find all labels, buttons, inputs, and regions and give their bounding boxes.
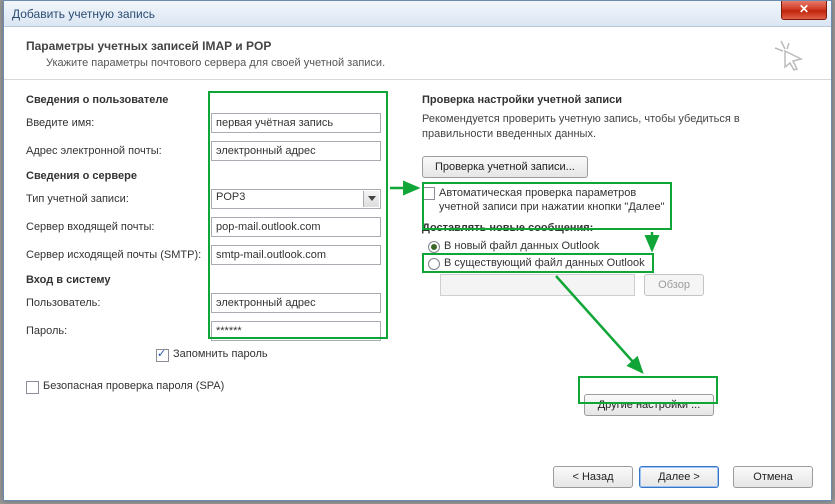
remember-row: Запомнить пароль [156, 348, 406, 362]
header-title: Параметры учетных записей IMAP и POP [26, 39, 809, 53]
pass-label: Пароль: [26, 325, 211, 337]
titlebar: Добавить учетную запись ✕ [4, 1, 831, 27]
spa-label: Безопасная проверка пароля (SPA) [43, 380, 224, 392]
check-section-title: Проверка настройки учетной записи [422, 94, 802, 106]
deliver-existing-radio[interactable] [428, 258, 440, 270]
cursor-graphic-icon [773, 39, 807, 76]
footer: < Назад Далее > Отмена [553, 466, 813, 488]
left-column: Сведения о пользователе Введите имя: Адр… [26, 94, 406, 398]
close-button[interactable]: ✕ [781, 1, 827, 20]
next-button[interactable]: Далее > [639, 466, 719, 488]
cancel-button[interactable]: Отмена [733, 466, 813, 488]
header-subtitle: Укажите параметры почтового сервера для … [46, 57, 809, 69]
deliver-new-radio[interactable] [428, 241, 440, 253]
spa-row: Безопасная проверка пароля (SPA) [26, 380, 406, 394]
existing-path-field [440, 274, 635, 296]
dialog-window: Добавить учетную запись ✕ Параметры учет… [3, 0, 832, 501]
auto-check-checkbox[interactable] [422, 187, 435, 200]
account-type-value: POP3 [216, 191, 245, 203]
browse-button: Обзор [644, 274, 704, 296]
account-type-select[interactable]: POP3 [211, 189, 381, 209]
remember-checkbox[interactable] [156, 349, 169, 362]
outgoing-input[interactable] [211, 245, 381, 265]
outgoing-label: Сервер исходящей почты (SMTP): [26, 249, 211, 261]
check-desc: Рекомендуется проверить учетную запись, … [422, 112, 762, 142]
deliver-section-title: Доставлять новые сообщения: [422, 222, 802, 234]
deliver-existing-label: В существующий файл данных Outlook [444, 257, 645, 269]
test-account-button[interactable]: Проверка учетной записи... [422, 156, 588, 178]
more-settings-button[interactable]: Другие настройки ... [584, 394, 714, 416]
deliver-new-row: В новый файл данных Outlook [428, 240, 802, 253]
header-pane: Параметры учетных записей IMAP и POP Ука… [4, 27, 831, 80]
pass-input[interactable] [211, 321, 381, 341]
user-input[interactable] [211, 293, 381, 313]
server-section-title: Сведения о сервере [26, 170, 406, 182]
name-input[interactable] [211, 113, 381, 133]
deliver-existing-row: В существующий файл данных Outlook [428, 257, 802, 270]
window-title: Добавить учетную запись [12, 7, 155, 21]
user-section-title: Сведения о пользователе [26, 94, 406, 106]
email-input[interactable] [211, 141, 381, 161]
email-label: Адрес электронной почты: [26, 145, 211, 157]
auto-check-row: Автоматическая проверка параметров учетн… [422, 186, 672, 215]
user-label: Пользователь: [26, 297, 211, 309]
login-section-title: Вход в систему [26, 274, 406, 286]
name-label: Введите имя: [26, 117, 211, 129]
incoming-label: Сервер входящей почты: [26, 221, 211, 233]
back-button[interactable]: < Назад [553, 466, 633, 488]
chevron-down-icon [363, 191, 379, 207]
body-pane: Сведения о пользователе Введите имя: Адр… [4, 80, 831, 456]
remember-label: Запомнить пароль [173, 348, 268, 360]
deliver-new-label: В новый файл данных Outlook [444, 240, 599, 252]
auto-check-label: Автоматическая проверка параметров учетн… [439, 186, 672, 215]
right-column: Проверка настройки учетной записи Рекоме… [422, 94, 802, 296]
incoming-input[interactable] [211, 217, 381, 237]
spa-checkbox[interactable] [26, 381, 39, 394]
account-type-label: Тип учетной записи: [26, 193, 211, 205]
